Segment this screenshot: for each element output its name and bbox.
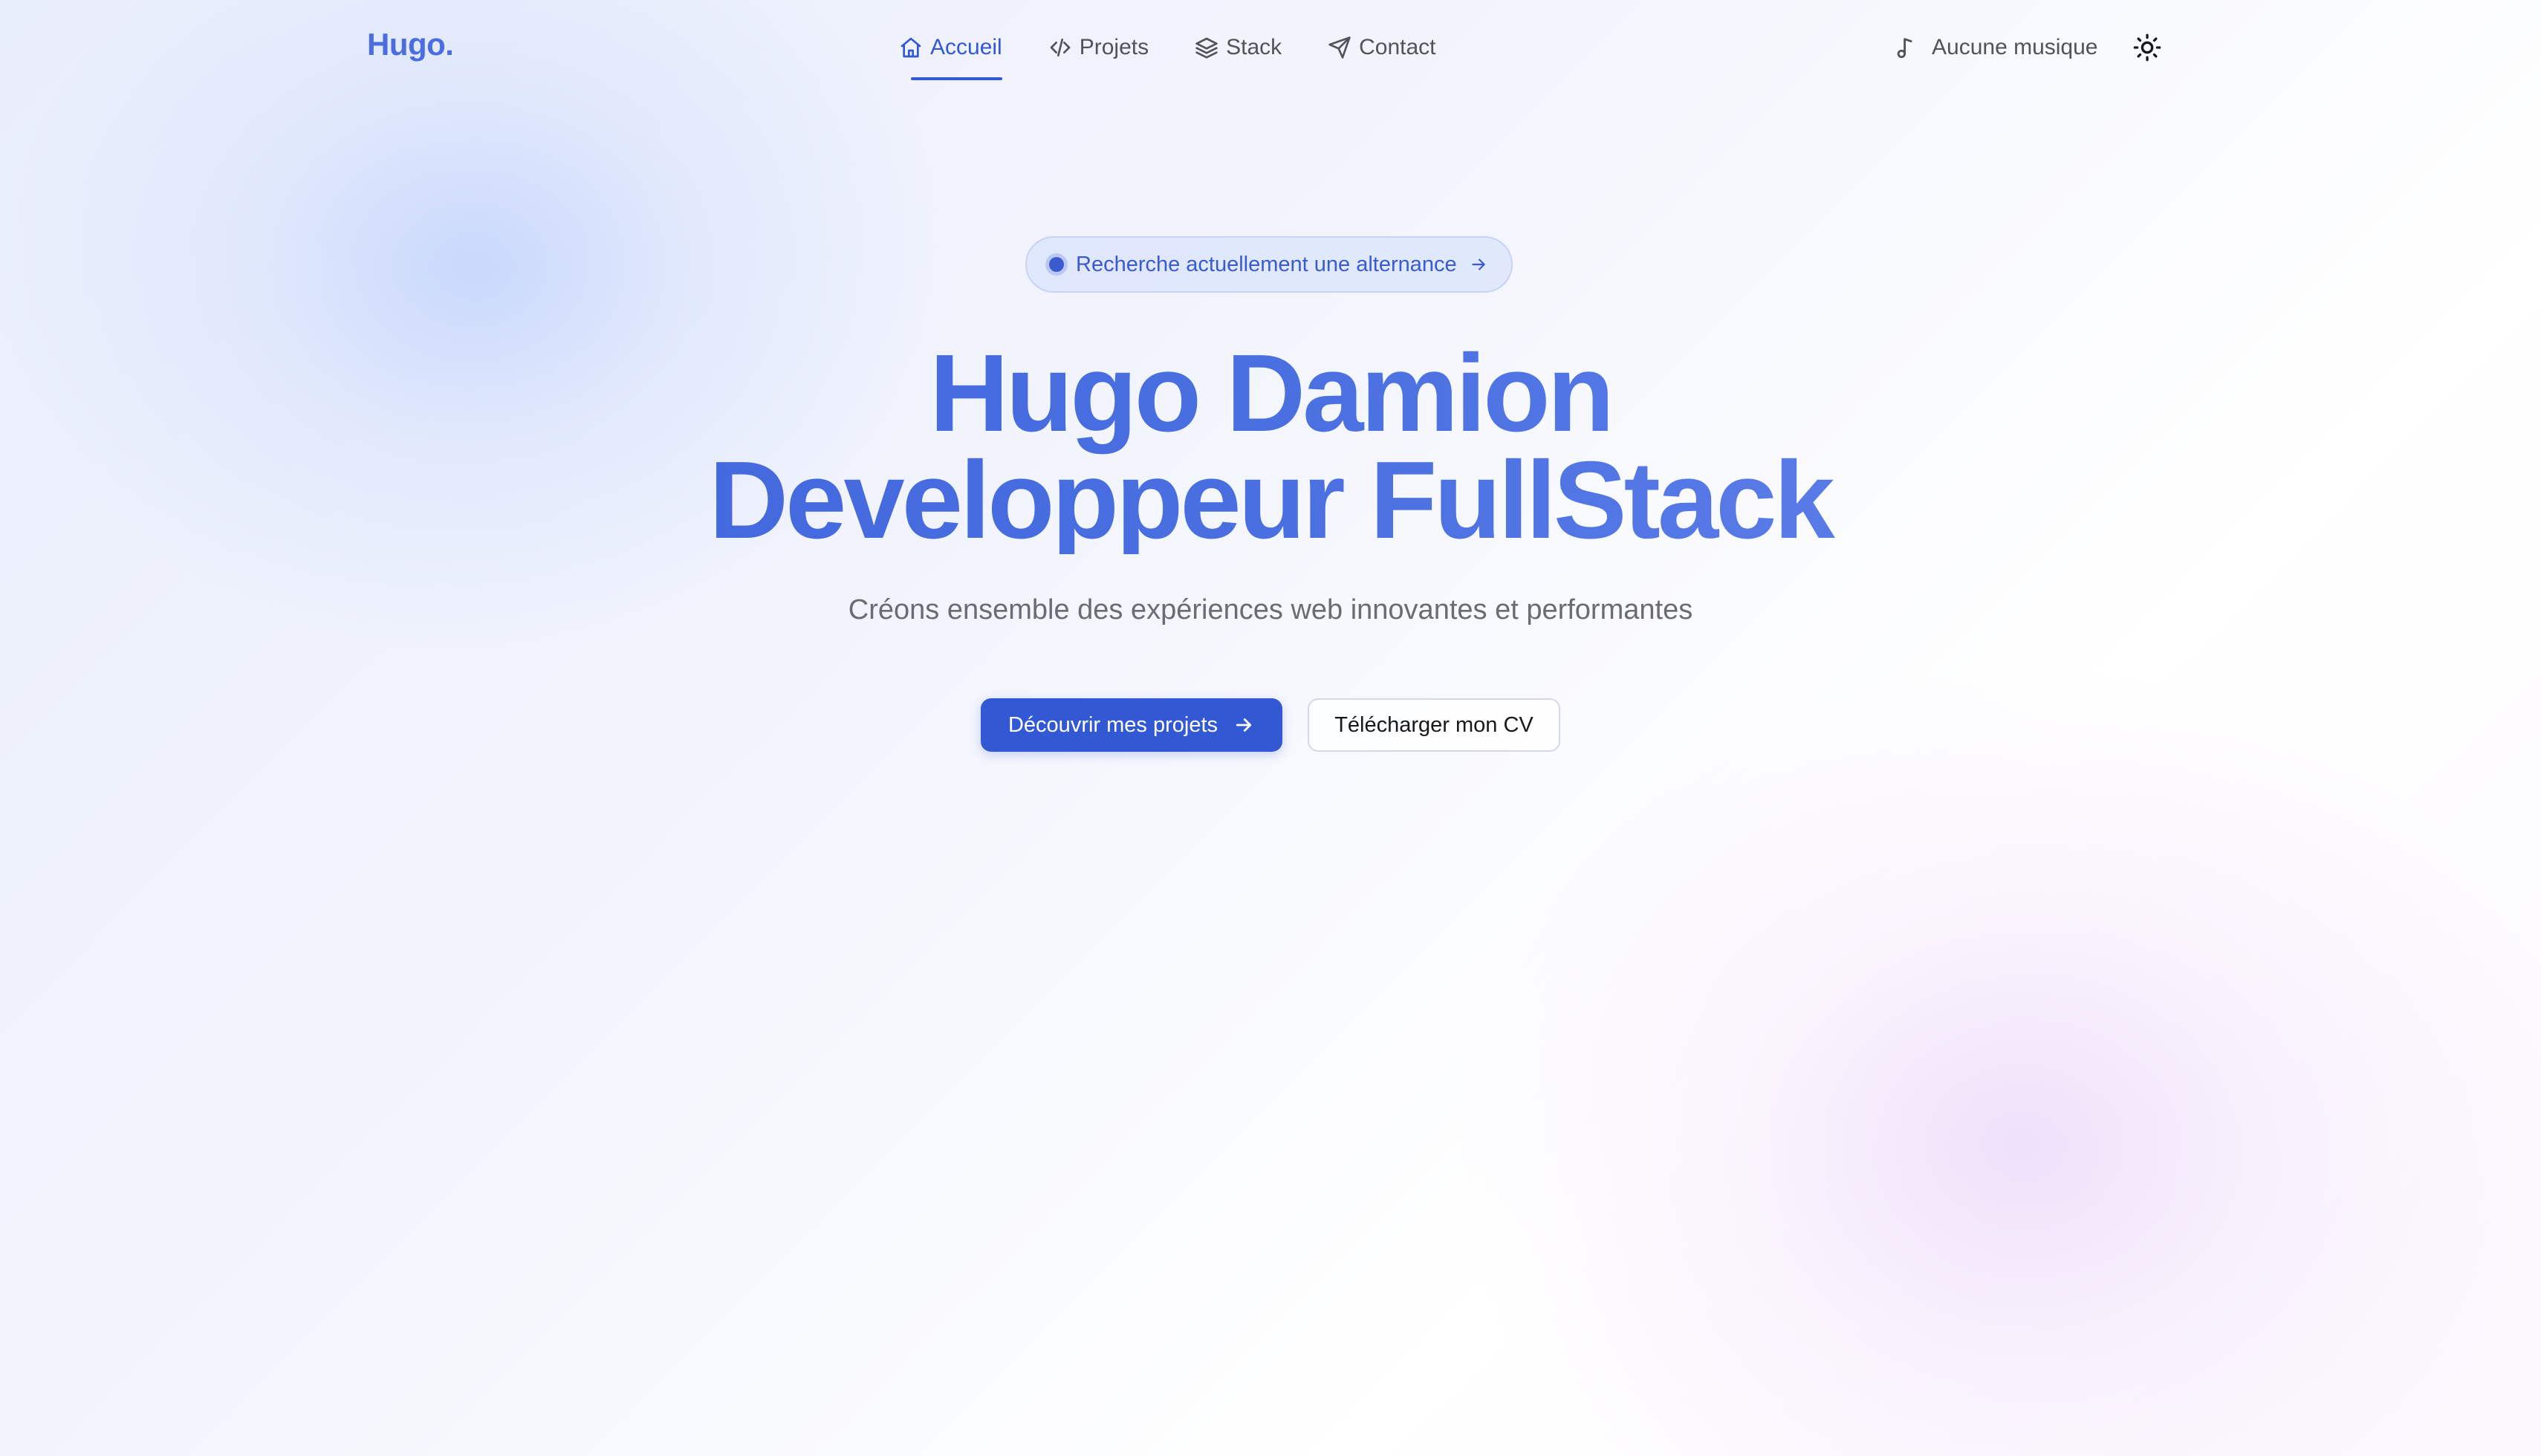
code-icon [1050, 39, 1071, 56]
layers-icon [1195, 37, 1218, 59]
music-note-icon [1897, 38, 1912, 59]
brand-logo[interactable]: Hugo. [367, 27, 454, 62]
nav-item-label: Stack [1226, 35, 1282, 59]
send-icon [1328, 36, 1351, 59]
nav-item-stack[interactable]: Stack [1195, 27, 1282, 68]
hero-title-name: Hugo Damion [929, 332, 1612, 455]
discover-projects-button[interactable]: Découvrir mes projets [981, 698, 1282, 752]
music-player-button[interactable]: Aucune musique [1893, 27, 2097, 68]
badge-label: Recherche actuellement une alternance [1076, 252, 1457, 276]
download-cv-button[interactable]: Télécharger mon CV [1308, 698, 1560, 752]
top-navbar: Hugo. Accueil Projets Stack Contact Aucu… [0, 0, 2541, 94]
nav-item-label: Projets [1079, 35, 1149, 59]
arrow-right-icon [1471, 259, 1485, 270]
hero-title: Hugo Damion Developpeur FullStack [0, 340, 2541, 554]
nav-item-contact[interactable]: Contact [1328, 27, 1436, 68]
button-label: Télécharger mon CV [1334, 712, 1534, 737]
main-nav: Accueil Projets Stack Contact [899, 27, 1436, 80]
theme-toggle-button[interactable] [2126, 27, 2168, 68]
sun-icon [2133, 33, 2161, 62]
nav-item-label: Accueil [930, 35, 1002, 59]
nav-item-label: Contact [1359, 35, 1436, 59]
status-dot-icon [1049, 257, 1064, 272]
music-status-label: Aucune musique [1932, 35, 2098, 59]
home-icon [900, 37, 921, 58]
button-label: Découvrir mes projets [1007, 712, 1218, 737]
arrow-right-icon [1236, 718, 1252, 732]
nav-item-accueil[interactable]: Accueil [899, 27, 1002, 80]
hero-title-role: Developpeur FullStack [709, 439, 1832, 562]
hero-subtitle: Créons ensemble des expériences web inno… [848, 594, 1693, 625]
nav-item-projets[interactable]: Projets [1048, 27, 1149, 68]
availability-badge[interactable]: Recherche actuellement une alternance [1025, 236, 1513, 293]
